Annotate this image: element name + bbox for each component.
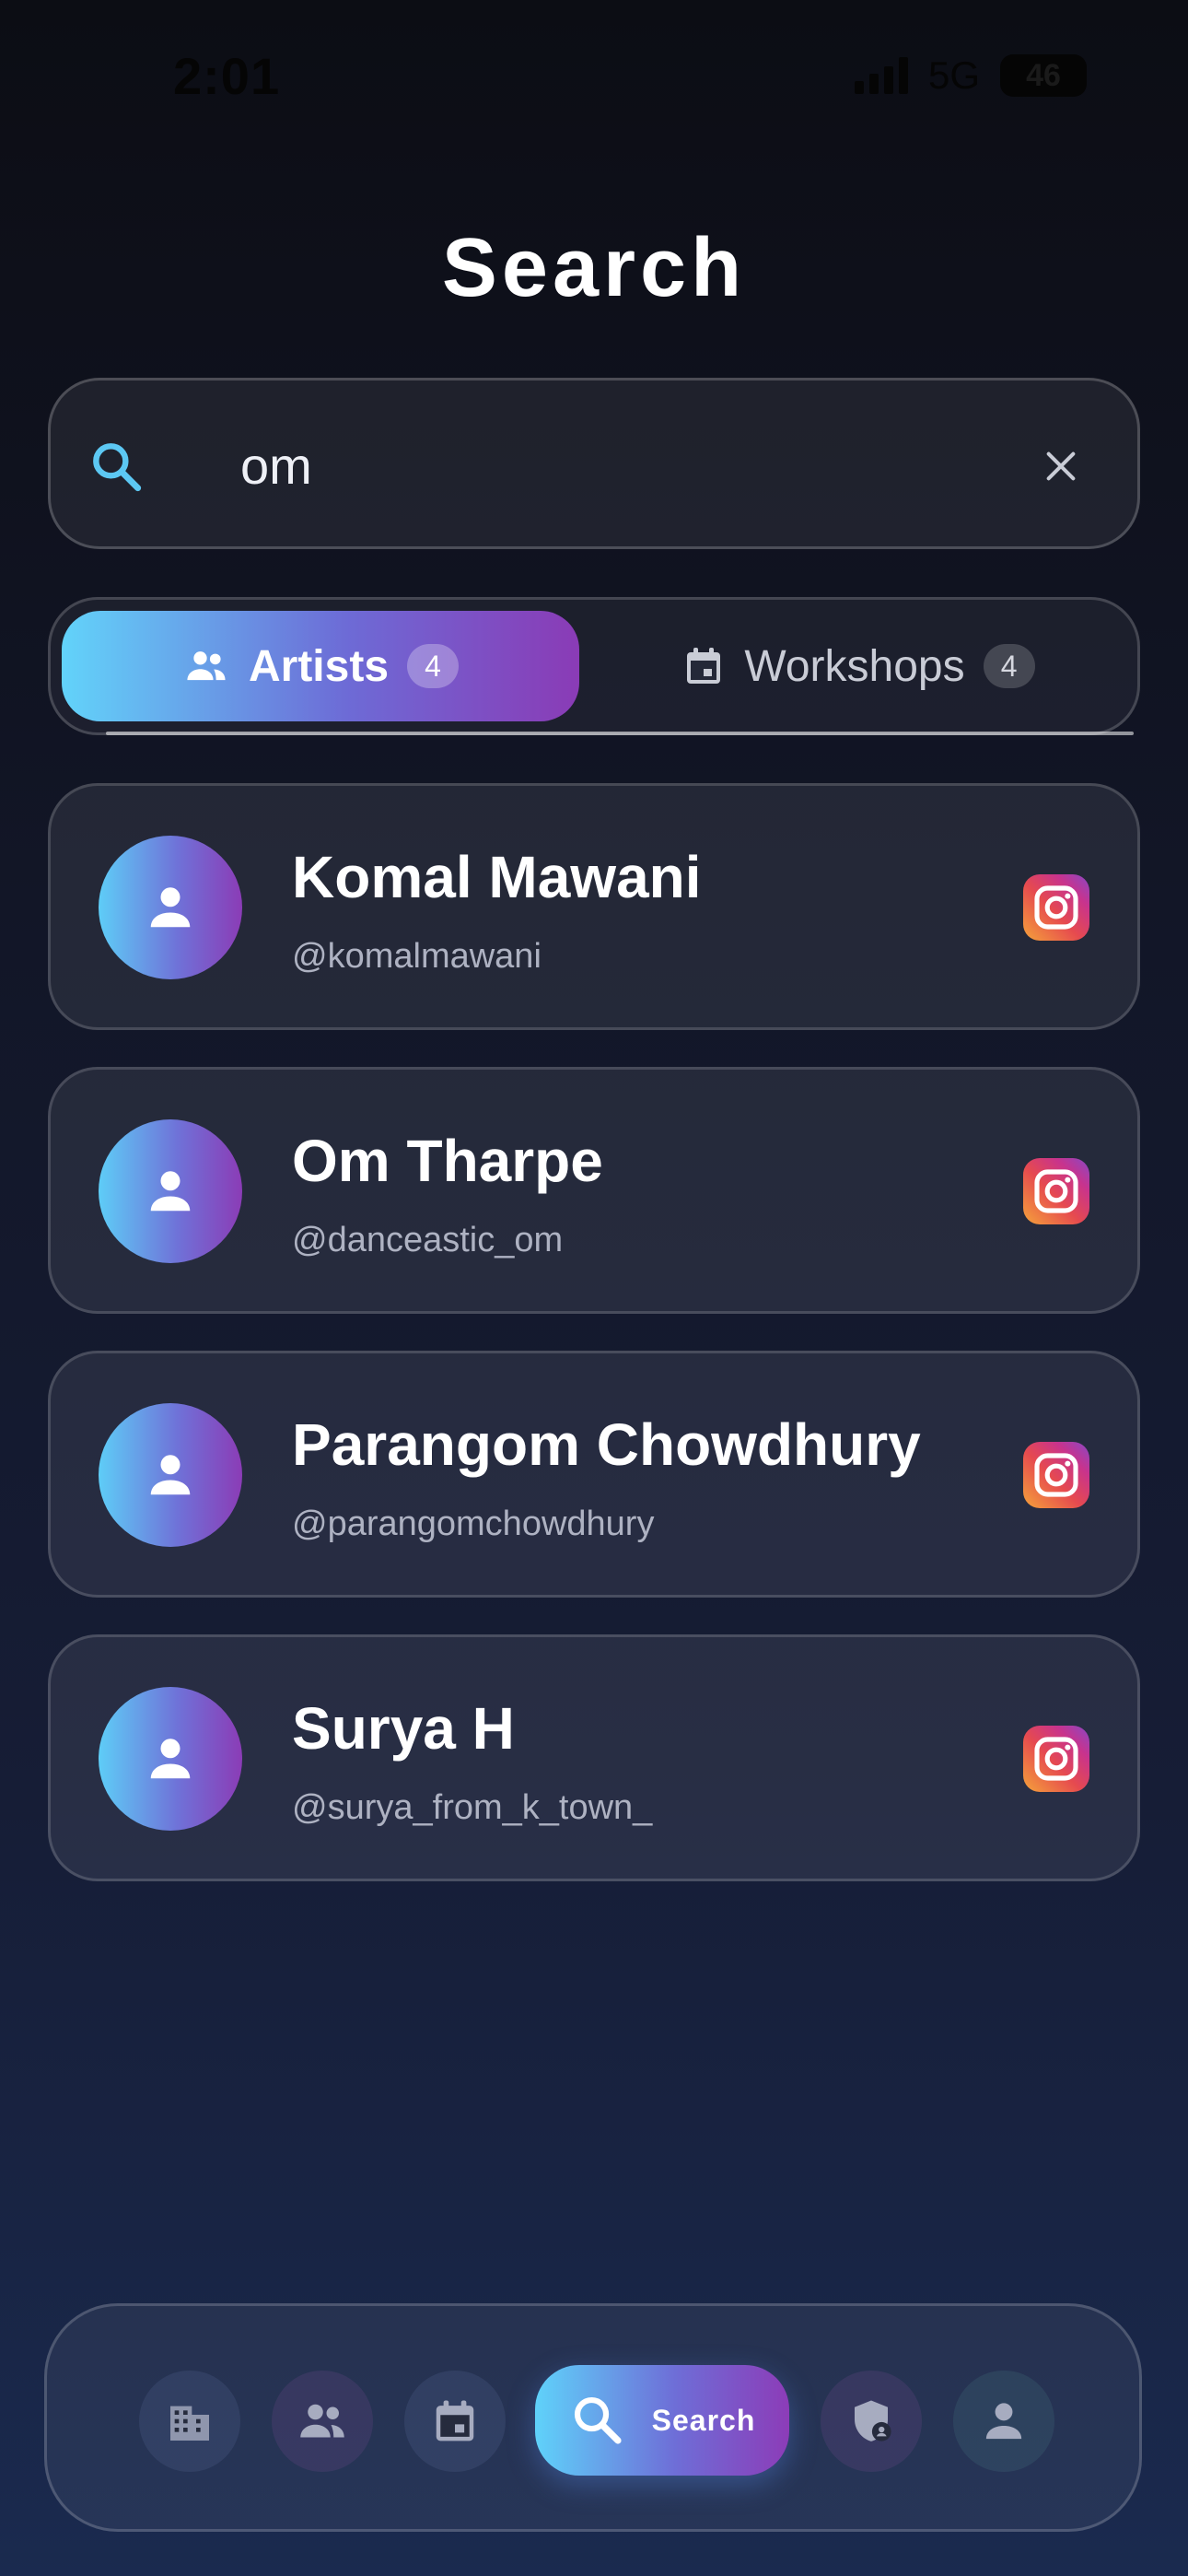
battery-level: 46 xyxy=(1026,57,1061,93)
artist-card[interactable]: Surya H @surya_from_k_town_ xyxy=(48,1634,1140,1881)
nav-search-label: Search xyxy=(651,2403,756,2437)
person-icon xyxy=(150,1739,191,1779)
result-type-tabs: Artists 4 Workshops 4 xyxy=(48,597,1140,735)
avatar xyxy=(99,1687,242,1831)
tab-artists-label: Artists xyxy=(248,641,390,691)
tab-artists[interactable]: Artists 4 xyxy=(62,611,579,721)
calendar-icon xyxy=(687,648,721,684)
artist-card[interactable]: Parangom Chowdhury @parangomchowdhury xyxy=(48,1351,1140,1598)
artist-handle: @parangomchowdhury xyxy=(292,1505,655,1543)
artist-handle: @danceastic_om xyxy=(292,1221,564,1259)
signal-icon xyxy=(854,57,908,94)
person-icon xyxy=(150,1455,191,1495)
nav-profile-button[interactable] xyxy=(953,2371,1054,2472)
avatar xyxy=(99,836,242,979)
building-icon xyxy=(170,2406,209,2441)
artist-name: Surya H xyxy=(292,1695,515,1762)
people-icon xyxy=(187,651,226,681)
admin-shield-icon xyxy=(855,2400,891,2441)
avatar xyxy=(99,1119,242,1263)
status-bar: 2:01 5G 46 xyxy=(0,0,1188,157)
avatar xyxy=(99,1403,242,1547)
page-title: Search xyxy=(441,222,747,314)
search-icon xyxy=(574,2396,622,2444)
artist-card[interactable]: Komal Mawani @komalmawani xyxy=(48,783,1140,1030)
instagram-icon[interactable] xyxy=(1023,1158,1089,1224)
network-label: 5G xyxy=(927,53,980,97)
nav-studios-button[interactable] xyxy=(139,2371,240,2472)
tab-artists-count: 4 xyxy=(407,644,460,688)
person-icon xyxy=(150,887,191,928)
calendar-icon xyxy=(436,2400,474,2441)
nav-artists-button[interactable] xyxy=(272,2371,373,2472)
tab-workshops-label: Workshops xyxy=(744,641,965,691)
artist-card[interactable]: Om Tharpe @danceastic_om xyxy=(48,1067,1140,1314)
artist-handle: @surya_from_k_town_ xyxy=(292,1788,653,1827)
nav-admin-button[interactable] xyxy=(821,2371,922,2472)
artist-handle: @komalmawani xyxy=(292,937,542,976)
artist-name: Komal Mawani xyxy=(292,844,702,910)
instagram-icon[interactable] xyxy=(1023,874,1089,941)
people-icon xyxy=(300,2404,344,2438)
close-icon xyxy=(1046,451,1076,481)
nav-workshops-button[interactable] xyxy=(404,2371,506,2472)
status-time: 2:01 xyxy=(173,47,281,105)
bottom-nav: Search xyxy=(44,2303,1142,2532)
tab-workshops[interactable]: Workshops 4 xyxy=(600,611,1117,721)
artist-name: Om Tharpe xyxy=(292,1128,603,1194)
clear-search-button[interactable] xyxy=(1029,434,1093,498)
search-icon xyxy=(93,443,142,492)
instagram-icon[interactable] xyxy=(1023,1726,1089,1792)
nav-search-button[interactable]: Search xyxy=(535,2365,789,2476)
artist-name: Parangom Chowdhury xyxy=(292,1411,921,1478)
search-field[interactable] xyxy=(48,378,1140,549)
tab-workshops-count: 4 xyxy=(983,644,1035,688)
profile-icon xyxy=(985,2403,1022,2440)
person-icon xyxy=(150,1171,191,1212)
status-indicators: 5G 46 xyxy=(854,53,1087,98)
tabs-underline xyxy=(106,732,1134,735)
search-input[interactable] xyxy=(240,421,977,509)
instagram-icon[interactable] xyxy=(1023,1442,1089,1508)
battery-icon: 46 xyxy=(1000,54,1087,97)
